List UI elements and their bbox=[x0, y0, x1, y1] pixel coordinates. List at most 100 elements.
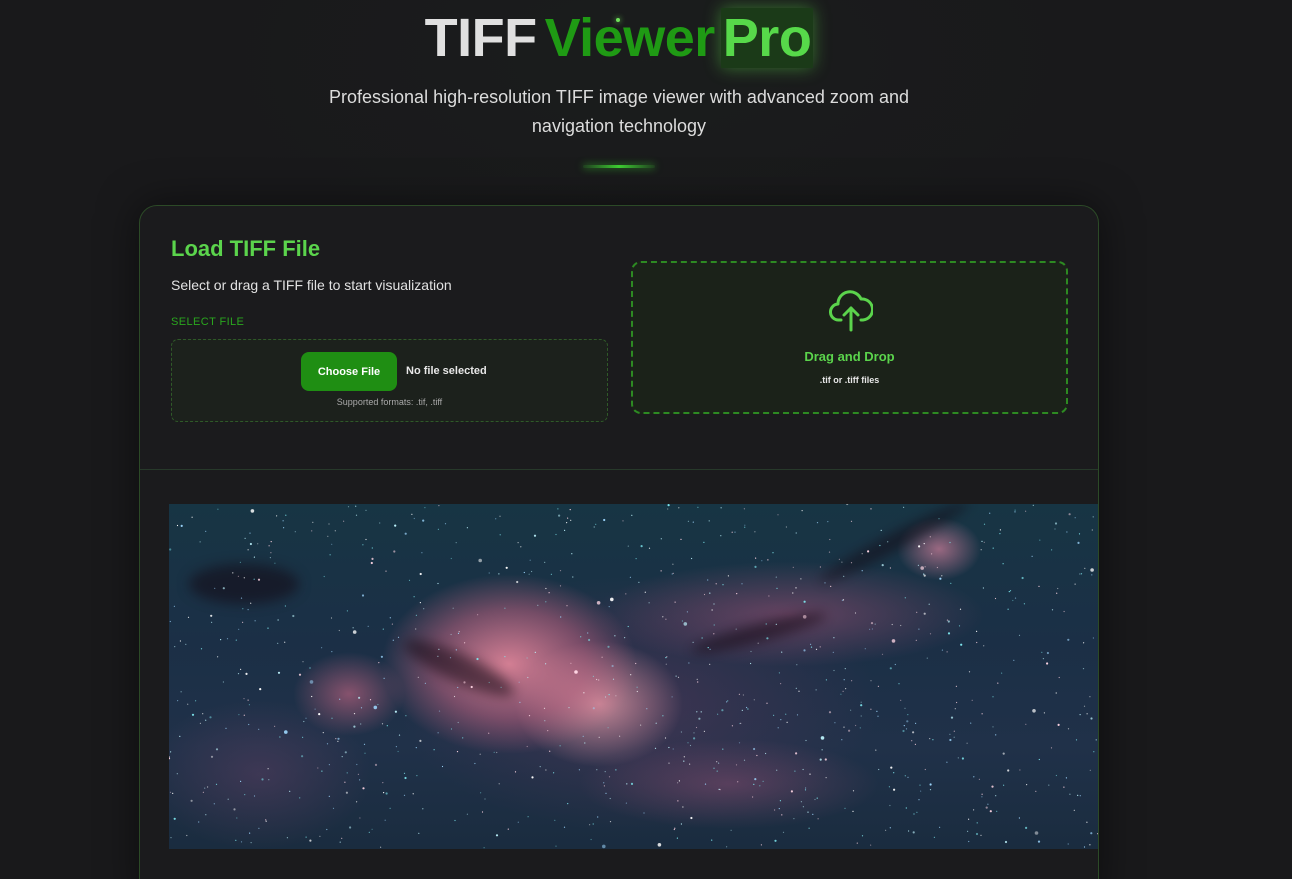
star bbox=[744, 524, 746, 526]
star bbox=[660, 570, 662, 572]
star bbox=[947, 632, 951, 635]
star bbox=[1074, 517, 1076, 519]
star bbox=[450, 633, 452, 636]
tiff-image-canvas[interactable] bbox=[169, 504, 1098, 849]
star bbox=[958, 625, 961, 627]
star bbox=[404, 532, 407, 535]
star bbox=[1038, 758, 1040, 761]
star bbox=[981, 796, 983, 798]
star bbox=[169, 791, 172, 793]
star bbox=[302, 661, 304, 663]
star bbox=[693, 732, 695, 734]
star bbox=[859, 727, 861, 729]
star bbox=[782, 831, 785, 833]
star bbox=[202, 713, 204, 715]
star bbox=[1019, 769, 1021, 771]
star bbox=[1065, 777, 1067, 779]
star bbox=[689, 763, 691, 765]
star bbox=[734, 531, 736, 533]
star bbox=[625, 802, 627, 804]
star bbox=[548, 592, 550, 594]
choose-file-button[interactable]: Choose File bbox=[301, 352, 397, 391]
star bbox=[1002, 752, 1005, 755]
title-part-viewer-text: Viewer bbox=[544, 8, 716, 68]
star bbox=[356, 763, 358, 766]
star bbox=[563, 826, 566, 828]
star bbox=[202, 791, 204, 793]
star bbox=[946, 619, 949, 621]
drag-drop-zone[interactable]: Drag and Drop .tif or .tiff files bbox=[631, 261, 1068, 414]
star bbox=[248, 704, 250, 706]
star bbox=[860, 701, 862, 703]
star bbox=[220, 639, 222, 641]
star bbox=[339, 841, 341, 843]
star bbox=[433, 749, 435, 751]
star bbox=[785, 713, 787, 715]
star bbox=[217, 508, 219, 510]
star bbox=[1041, 651, 1043, 653]
star bbox=[949, 541, 951, 544]
star bbox=[341, 756, 343, 758]
star bbox=[776, 587, 778, 589]
star bbox=[179, 640, 181, 642]
star bbox=[566, 605, 568, 607]
star bbox=[240, 597, 243, 599]
star bbox=[1097, 833, 1098, 835]
star bbox=[1083, 846, 1086, 848]
star bbox=[924, 768, 926, 771]
star bbox=[488, 572, 490, 574]
star bbox=[517, 542, 519, 544]
star bbox=[596, 678, 598, 681]
star bbox=[371, 547, 373, 549]
star bbox=[660, 538, 662, 540]
star bbox=[778, 808, 780, 810]
star bbox=[643, 812, 645, 814]
star bbox=[587, 632, 589, 634]
star bbox=[713, 603, 715, 605]
star bbox=[523, 571, 525, 574]
star bbox=[1058, 676, 1060, 679]
star bbox=[174, 646, 176, 648]
star bbox=[413, 596, 415, 598]
star bbox=[533, 534, 537, 537]
star bbox=[247, 549, 249, 551]
star bbox=[499, 515, 501, 517]
star bbox=[713, 633, 715, 635]
star bbox=[711, 839, 713, 841]
star bbox=[453, 695, 456, 698]
star bbox=[777, 514, 779, 516]
star bbox=[796, 714, 799, 716]
star bbox=[830, 585, 832, 587]
star bbox=[170, 837, 172, 839]
star bbox=[352, 627, 354, 629]
star bbox=[210, 614, 213, 617]
star bbox=[636, 690, 638, 693]
star bbox=[709, 648, 711, 650]
star bbox=[939, 826, 941, 828]
star bbox=[654, 747, 657, 749]
star bbox=[614, 635, 616, 637]
star bbox=[983, 523, 986, 525]
star bbox=[322, 732, 324, 734]
star bbox=[970, 722, 972, 724]
star bbox=[707, 579, 709, 581]
star bbox=[488, 681, 490, 684]
star bbox=[531, 776, 534, 779]
star bbox=[703, 541, 705, 543]
star bbox=[347, 506, 350, 508]
star bbox=[1089, 696, 1091, 698]
star bbox=[199, 541, 201, 543]
star bbox=[603, 785, 605, 787]
star bbox=[253, 556, 255, 558]
star bbox=[1038, 585, 1040, 587]
star bbox=[210, 755, 214, 758]
star bbox=[457, 632, 460, 634]
star bbox=[949, 738, 952, 742]
star bbox=[1007, 769, 1010, 772]
star bbox=[282, 520, 284, 522]
star bbox=[321, 770, 323, 772]
star bbox=[1073, 809, 1075, 811]
star bbox=[1084, 567, 1086, 569]
star bbox=[371, 828, 373, 830]
star bbox=[861, 570, 863, 572]
